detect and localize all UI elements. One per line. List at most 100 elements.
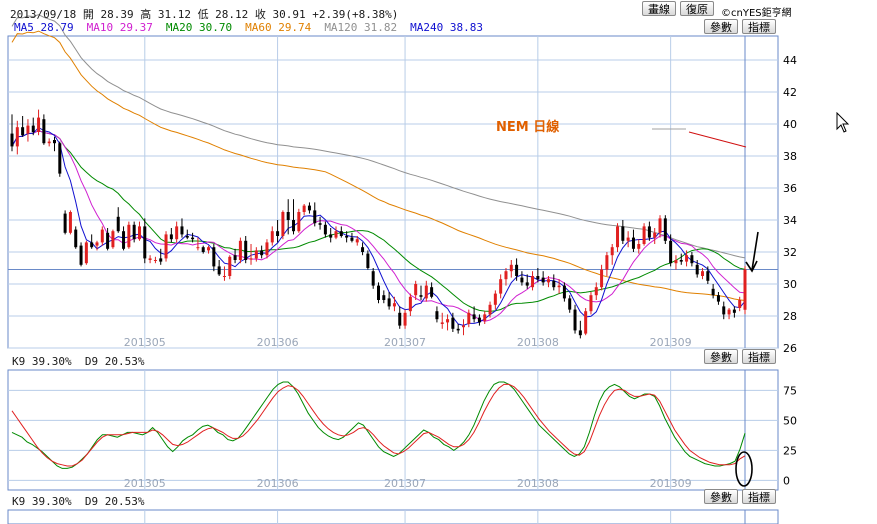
candle-body [377, 285, 380, 300]
stock-chart: 26 28 30 32 34 36 38 40 42 44 201305 201306 201307 2… [7, 14, 797, 524]
y-tick-label: 42 [783, 86, 797, 99]
x-tick-label: 201305 [124, 336, 166, 349]
candle-body [74, 229, 78, 248]
candle-body [610, 247, 614, 256]
price-param-button[interactable]: 參數 [704, 19, 738, 34]
restore-button[interactable]: 復原 [680, 1, 714, 16]
candle-body [153, 260, 157, 261]
candle-body [254, 250, 258, 259]
candle-body [196, 247, 200, 249]
candle-body [711, 288, 715, 296]
kd-header: K9 39.30% D9 20.53% [12, 355, 145, 368]
candle-body [249, 258, 253, 260]
candle-body [727, 309, 731, 315]
kd-header-bottom: K9 39.30% D9 20.53% [12, 495, 145, 508]
candle-body [185, 236, 189, 238]
candle-body [706, 271, 710, 281]
kd-y-tick-label: 75 [783, 384, 797, 397]
x-tick-label: 201307 [384, 336, 426, 349]
lower-param-button[interactable]: 參數 [704, 489, 738, 504]
candle-body [685, 255, 689, 262]
candle-body [355, 239, 359, 243]
y-tick-label: 38 [783, 150, 797, 163]
candle-body [339, 231, 343, 236]
candle-body [525, 282, 529, 286]
candle-body [589, 295, 593, 312]
ma-legend: MA5 28.79 MA10 29.37 MA20 30.70 MA60 29.74 M… [14, 21, 496, 34]
candle-body [398, 312, 402, 326]
candle-body [68, 212, 72, 233]
candle-body [477, 317, 481, 323]
candle-body [536, 276, 540, 280]
draw-line-button[interactable]: 畫線 [642, 1, 676, 16]
candle-body [79, 245, 83, 265]
candle-body [446, 319, 450, 323]
candle-body [483, 314, 487, 321]
candle-body [207, 247, 211, 251]
candle-body [663, 218, 667, 241]
candle-body [392, 303, 396, 307]
candle-body [430, 287, 434, 297]
candle-body [738, 300, 742, 308]
kd-indicator-button[interactable]: 指標 [742, 349, 776, 364]
lower-indicator-button[interactable]: 指標 [742, 489, 776, 504]
ohlc-header: 2013/09/18 開 28.39 高 31.12 低 28.12 收 30.… [10, 8, 399, 21]
candle-body [180, 226, 184, 235]
candle-body [260, 250, 264, 256]
candle-body [467, 312, 471, 324]
ma-legend-item: MA5 28.79 [14, 21, 74, 34]
candle-body [169, 234, 173, 240]
candle-body [286, 212, 290, 220]
candle-body [743, 269, 747, 310]
candle-body [568, 298, 572, 310]
candle-body [419, 295, 423, 297]
candle-body [371, 271, 375, 286]
candle-body [631, 237, 635, 249]
candle-body [605, 255, 609, 270]
y-tick-label: 44 [783, 54, 797, 67]
candle-body [329, 234, 333, 238]
candle-body [276, 231, 280, 236]
kd-param-button[interactable]: 參數 [704, 349, 738, 364]
candle-body [701, 271, 705, 276]
candle-body [47, 141, 51, 144]
candle-body [440, 322, 444, 324]
candle-body [722, 306, 726, 315]
ma-legend-item: MA120 31.82 [324, 21, 398, 34]
candle-body [461, 325, 465, 328]
candle-body [132, 224, 136, 240]
candle-body [493, 293, 497, 305]
candle-body [323, 224, 327, 235]
candle-body [15, 127, 19, 147]
candle-body [164, 234, 168, 259]
price-indicator-button[interactable]: 指標 [742, 19, 776, 34]
candle-body [233, 255, 237, 260]
candle-body [716, 295, 720, 302]
candle-body [562, 285, 566, 299]
y-tick-label: 40 [783, 118, 797, 131]
candle-body [84, 242, 88, 264]
candle-body [100, 229, 104, 243]
candle-body [387, 298, 391, 307]
candle-body [690, 255, 694, 264]
price-panel [7, 35, 779, 349]
candle-body [201, 247, 205, 252]
candle-body [382, 295, 386, 300]
candle-body [334, 231, 338, 238]
candle-body [616, 226, 620, 248]
candle-body [695, 264, 699, 275]
candle-body [63, 213, 67, 233]
candle-body [42, 119, 46, 144]
candle-body [403, 312, 407, 326]
candle-body [270, 231, 274, 243]
candle-body [222, 276, 226, 277]
candle-body [159, 258, 163, 262]
candle-body [281, 212, 285, 236]
candle-body [509, 264, 513, 272]
ma-legend-item: MA20 30.70 [165, 21, 233, 34]
candle-body [127, 224, 131, 248]
candle-body [106, 232, 110, 249]
candle-body [658, 218, 662, 233]
candle-body [732, 309, 736, 313]
candle-body [137, 226, 141, 240]
